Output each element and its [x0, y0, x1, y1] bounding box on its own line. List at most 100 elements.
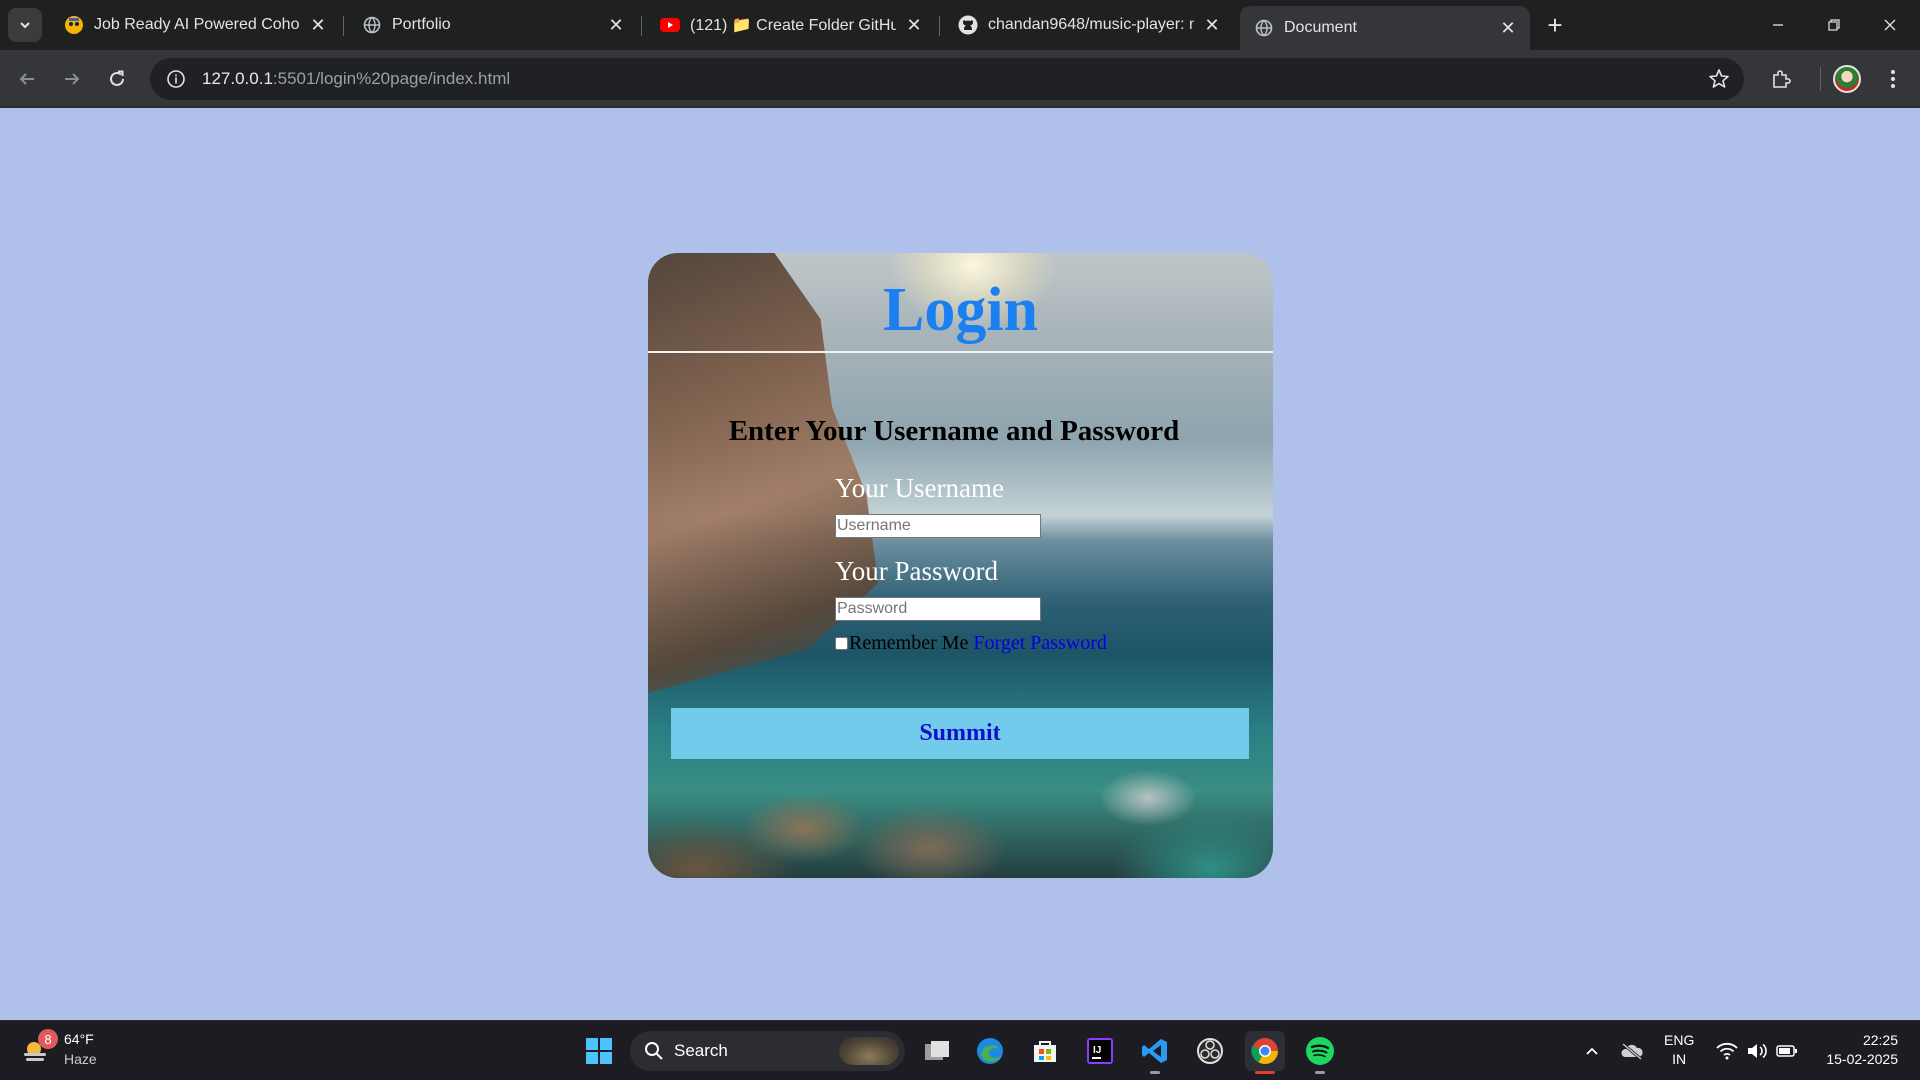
intellij-icon: IJ — [1087, 1038, 1113, 1064]
tab-title: Document — [1284, 19, 1357, 36]
system-clock[interactable]: 22:25 15-02-2025 — [1818, 1031, 1898, 1069]
intellij-button[interactable]: IJ — [1080, 1031, 1120, 1071]
globe-icon — [1254, 18, 1274, 38]
tab-youtube[interactable]: (121) 📁 Create Folder GitHub Re ✕ — [646, 6, 936, 44]
remember-checkbox[interactable] — [835, 637, 848, 650]
clock-time: 22:25 — [1862, 1032, 1898, 1048]
login-card: Login Enter Your Username and Password Y… — [648, 253, 1273, 878]
site-info-icon[interactable] — [156, 69, 196, 89]
weather-temp: 64°F — [64, 1031, 94, 1047]
weather-widget[interactable]: 8 64°F Haze — [20, 1029, 97, 1069]
wifi-icon — [1716, 1042, 1738, 1060]
cloud-off-icon — [1621, 1042, 1643, 1060]
browser-toolbar: 127.0.0.1:5501/login%20page/index.html — [0, 50, 1920, 108]
lang-primary: ENG — [1664, 1032, 1695, 1048]
running-indicator — [1150, 1071, 1160, 1074]
obs-button[interactable] — [1190, 1031, 1230, 1071]
notification-badge: 8 — [38, 1029, 58, 1049]
restore-icon — [1828, 19, 1840, 31]
forgot-password-link[interactable]: Forget Password — [973, 632, 1107, 655]
extensions-button[interactable] — [1764, 62, 1798, 96]
tab-job-ready[interactable]: Job Ready AI Powered Cohort: W ✕ — [50, 6, 340, 44]
puzzle-icon — [1773, 70, 1791, 88]
forward-button[interactable] — [55, 62, 89, 96]
submit-button[interactable]: Summit — [671, 708, 1249, 759]
tab-portfolio[interactable]: Portfolio ✕ — [348, 6, 638, 44]
wifi-status[interactable] — [1715, 1039, 1739, 1063]
input-language[interactable]: ENG IN — [1664, 1031, 1694, 1069]
tab-github[interactable]: chandan9648/music-player: mai ✕ — [944, 6, 1234, 44]
reload-button[interactable] — [100, 62, 134, 96]
menu-button[interactable] — [1876, 62, 1910, 96]
tab-title: (121) 📁 Create Folder GitHub Re — [690, 17, 896, 34]
tab-title: chandan9648/music-player: mai — [988, 16, 1194, 33]
edge-button[interactable] — [970, 1031, 1010, 1071]
page-viewport: Login Enter Your Username and Password Y… — [0, 110, 1920, 1020]
username-input[interactable] — [835, 514, 1041, 538]
chevron-down-icon — [20, 22, 30, 29]
chrome-icon — [1251, 1038, 1279, 1065]
new-tab-button[interactable]: + — [1540, 10, 1570, 40]
globe-icon — [362, 15, 382, 35]
running-indicator — [1255, 1071, 1275, 1074]
spotify-button[interactable] — [1300, 1031, 1340, 1074]
youtube-icon — [660, 15, 680, 35]
onedrive-status[interactable] — [1620, 1039, 1644, 1063]
task-view-button[interactable] — [917, 1031, 957, 1071]
avatar — [1833, 65, 1861, 93]
restore-button[interactable] — [1806, 0, 1862, 50]
toolbar-divider — [1820, 67, 1821, 91]
taskbar-search[interactable]: Search — [630, 1031, 905, 1071]
tab-document[interactable]: Document ✕ — [1240, 6, 1530, 50]
vscode-button[interactable] — [1135, 1031, 1175, 1074]
close-icon — [1884, 19, 1896, 31]
volume-status[interactable] — [1745, 1039, 1769, 1063]
close-tab-icon[interactable]: ✕ — [1498, 18, 1518, 38]
reload-icon — [110, 70, 124, 86]
url-text: 127.0.0.1:5501/login%20page/index.html — [202, 69, 510, 89]
start-button[interactable] — [579, 1031, 619, 1071]
remember-row: Remember Me Forget Password — [835, 632, 1107, 655]
close-tab-icon[interactable]: ✕ — [1202, 15, 1222, 35]
browser-tab-strip: Job Ready AI Powered Cohort: W ✕ Portfol… — [0, 0, 1920, 50]
bookmark-star-icon[interactable] — [1708, 68, 1730, 95]
battery-icon — [1776, 1045, 1797, 1057]
taskbar: 8 64°F Haze Search IJ ENG IN 22:25 15-02… — [0, 1020, 1920, 1080]
minimize-icon — [1773, 24, 1783, 26]
close-tab-icon[interactable]: ✕ — [308, 15, 328, 35]
task-view-icon — [925, 1041, 949, 1060]
speaker-icon — [1748, 1043, 1767, 1059]
weather-condition: Haze — [64, 1051, 97, 1067]
minimize-button[interactable] — [1750, 0, 1806, 50]
close-tab-icon[interactable]: ✕ — [606, 15, 626, 35]
profile-button[interactable] — [1830, 62, 1864, 96]
tab-search-button[interactable] — [8, 8, 42, 42]
chrome-button[interactable] — [1245, 1031, 1285, 1074]
tab-divider — [343, 16, 344, 36]
login-subtitle: Enter Your Username and Password — [728, 415, 1180, 447]
windows-icon — [586, 1038, 612, 1064]
back-button[interactable] — [10, 62, 44, 96]
battery-status[interactable] — [1775, 1039, 1799, 1063]
password-input[interactable] — [835, 597, 1041, 621]
svg-text:IJ: IJ — [1093, 1045, 1101, 1056]
url-path: :5501/login%20page/index.html — [272, 69, 511, 88]
edge-icon — [977, 1038, 1003, 1064]
chevron-up-icon — [1586, 1047, 1598, 1055]
address-bar[interactable]: 127.0.0.1:5501/login%20page/index.html — [150, 58, 1744, 100]
store-button[interactable] — [1025, 1031, 1065, 1071]
lang-secondary: IN — [1672, 1051, 1687, 1067]
tab-title: Portfolio — [392, 16, 451, 33]
store-icon — [1034, 1041, 1056, 1062]
close-tab-icon[interactable]: ✕ — [904, 15, 924, 35]
close-window-button[interactable] — [1862, 0, 1918, 50]
title-divider — [648, 351, 1273, 353]
show-hidden-icons-button[interactable] — [1580, 1039, 1604, 1063]
tab-divider — [641, 16, 642, 36]
sheriyans-icon — [64, 15, 84, 35]
tab-title: Job Ready AI Powered Cohort: W — [94, 16, 300, 33]
clock-date: 15-02-2025 — [1826, 1051, 1898, 1067]
login-title: Login — [882, 276, 1039, 344]
remember-label: Remember Me — [849, 632, 969, 654]
password-label: Your Password — [835, 556, 999, 586]
